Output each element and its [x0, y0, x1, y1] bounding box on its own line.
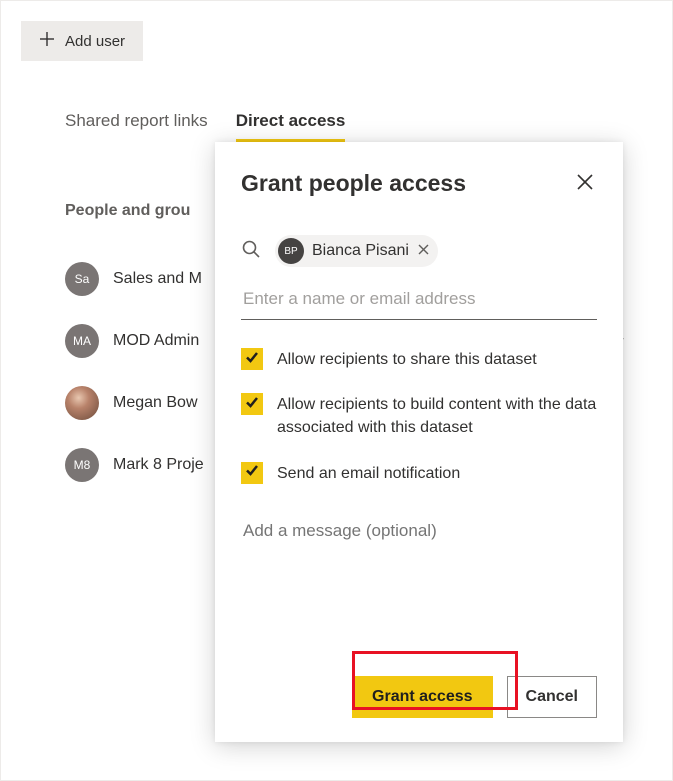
person-chip: BP Bianca Pisani [275, 235, 438, 267]
tabs: Shared report links Direct access [65, 111, 652, 142]
chip-avatar: BP [278, 238, 304, 264]
checkmark-icon [245, 463, 259, 482]
grant-access-dialog: Grant people access BP Bianca Pisani [215, 142, 623, 742]
close-icon [417, 243, 430, 259]
option-label-allow-build: Allow recipients to build content with t… [277, 393, 597, 439]
cancel-button[interactable]: Cancel [507, 676, 597, 718]
add-user-button[interactable]: Add user [21, 21, 143, 61]
avatar [65, 386, 99, 420]
plus-icon [39, 31, 55, 51]
tab-shared-report-links[interactable]: Shared report links [65, 111, 208, 142]
close-icon [575, 180, 595, 195]
checkmark-icon [245, 350, 259, 369]
avatar: MA [65, 324, 99, 358]
tab-direct-access[interactable]: Direct access [236, 111, 346, 142]
grant-access-button[interactable]: Grant access [352, 676, 493, 718]
checkbox-allow-share[interactable] [241, 348, 263, 370]
avatar: Sa [65, 262, 99, 296]
option-label-send-email: Send an email notification [277, 462, 460, 485]
checkbox-allow-build[interactable] [241, 393, 263, 415]
name-email-input[interactable] [241, 279, 597, 320]
dialog-title: Grant people access [241, 170, 466, 197]
checkmark-icon [245, 395, 259, 414]
option-label-allow-share: Allow recipients to share this dataset [277, 348, 537, 371]
close-button[interactable] [573, 170, 597, 197]
add-user-label: Add user [65, 33, 125, 50]
chip-label: Bianca Pisani [312, 242, 409, 260]
message-input[interactable] [241, 519, 597, 543]
chip-remove-button[interactable] [417, 243, 430, 259]
checkbox-send-email[interactable] [241, 462, 263, 484]
search-icon [241, 239, 261, 264]
avatar: M8 [65, 448, 99, 482]
